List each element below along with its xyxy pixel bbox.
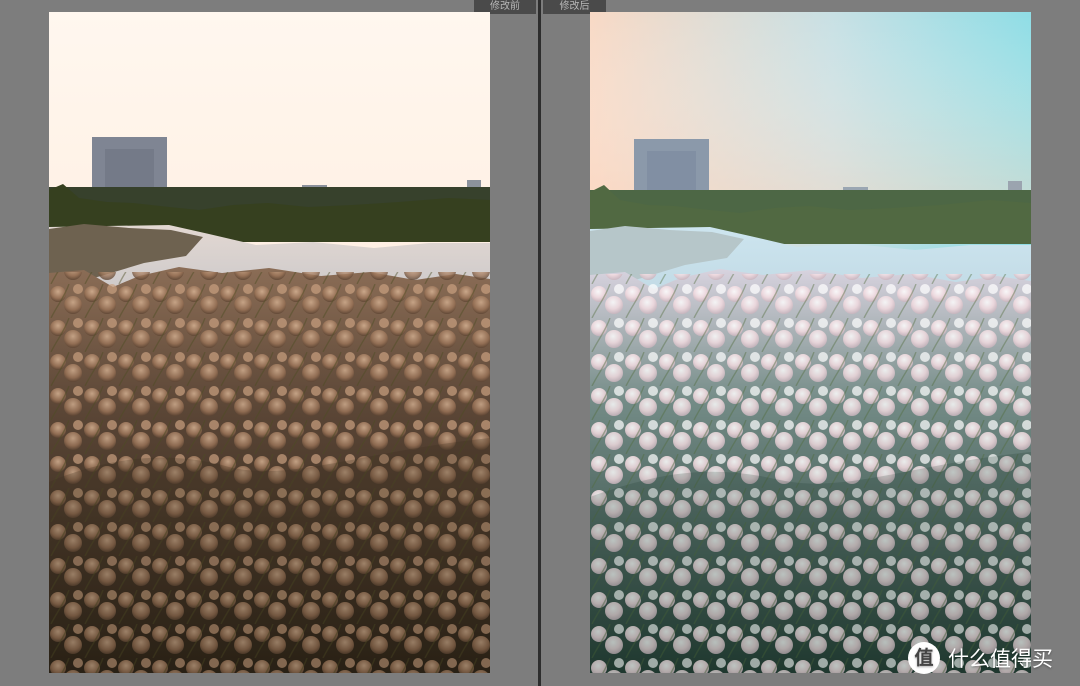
before-photo <box>49 12 490 673</box>
watermark-text: 什么值得买 <box>948 647 1053 671</box>
before-photo-image <box>49 12 490 673</box>
watermark: 值 什么值得买 <box>908 641 1053 675</box>
after-photo-image <box>590 12 1031 673</box>
comparison-view: 修改前 修改后 值 什么值得买 <box>0 0 1080 686</box>
comparison-divider[interactable] <box>538 0 541 686</box>
after-photo <box>590 12 1031 673</box>
zdm-logo-icon: 值 <box>908 642 940 674</box>
